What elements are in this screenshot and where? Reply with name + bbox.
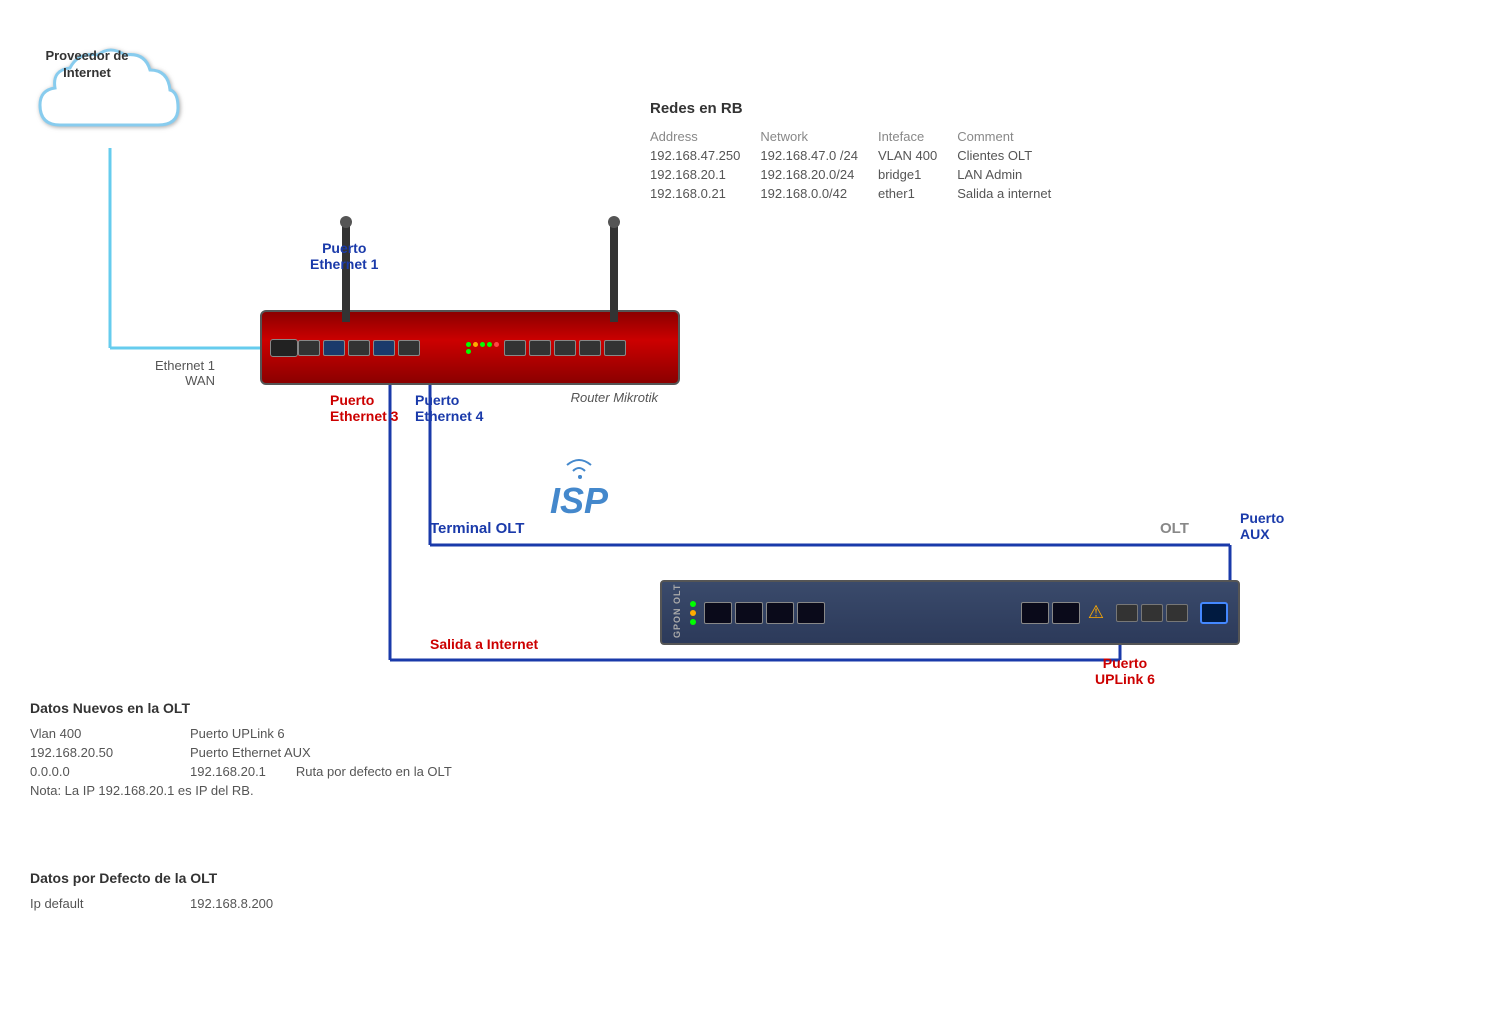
router-eth-port-10 bbox=[604, 340, 626, 356]
list-item: Nota: La IP 192.168.20.1 es IP del RB. bbox=[30, 783, 452, 798]
router-eth-port-9 bbox=[579, 340, 601, 356]
olt-sfp-4 bbox=[797, 602, 825, 624]
puerto-eth4-label: Puerto Ethernet 4 bbox=[415, 392, 483, 424]
redes-data-table: Address Network Inteface Comment 192.168… bbox=[650, 127, 1071, 203]
router-sfp-port bbox=[270, 339, 298, 357]
salida-internet-label: Salida a Internet bbox=[430, 636, 538, 652]
puerto-eth3-label: Puerto Ethernet 3 bbox=[330, 392, 398, 424]
olt-rj45-3 bbox=[1166, 604, 1188, 622]
dato-col3: Ruta por defecto en la OLT bbox=[296, 764, 452, 779]
router-eth-port-7 bbox=[529, 340, 551, 356]
table-cell: Salida a internet bbox=[957, 184, 1071, 203]
dato-col2: Nota: La IP 192.168.20.1 es IP del RB. bbox=[30, 783, 254, 798]
defecto-col1: Ip default bbox=[30, 896, 160, 911]
datos-nuevos-title: Datos Nuevos en la OLT bbox=[30, 700, 452, 716]
table-cell: VLAN 400 bbox=[878, 146, 957, 165]
diagram-container: Proveedor de Internet Ethernet 1 WAN bbox=[0, 0, 1500, 1031]
router-ports bbox=[298, 340, 464, 356]
list-item: Ip default 192.168.8.200 bbox=[30, 896, 273, 911]
olt-uplink-ports bbox=[1021, 602, 1080, 624]
col-network: Network bbox=[760, 127, 878, 146]
datos-defecto-section: Datos por Defecto de la OLT Ip default 19… bbox=[30, 870, 273, 915]
table-cell: 192.168.0.21 bbox=[650, 184, 760, 203]
puerto-uplink6-label: Puerto UPLink 6 bbox=[1095, 655, 1155, 687]
redes-table: Redes en RB Address Network Inteface Com… bbox=[650, 100, 1071, 203]
dato-col2: 192.168.20.1 bbox=[190, 764, 266, 779]
dato-col1: 192.168.20.50 bbox=[30, 745, 160, 760]
olt-warning-icon: ⚠ bbox=[1088, 602, 1104, 623]
defecto-col2: 192.168.8.200 bbox=[190, 896, 273, 911]
olt-led-3 bbox=[690, 619, 696, 625]
isp-label: ISP bbox=[550, 455, 608, 522]
table-cell: Clientes OLT bbox=[957, 146, 1071, 165]
router-ports-right bbox=[504, 340, 670, 356]
table-cell: 192.168.20.0/24 bbox=[760, 165, 878, 184]
olt-sfp-1 bbox=[704, 602, 732, 624]
router-eth-port-8 bbox=[554, 340, 576, 356]
olt-rj45-group bbox=[1116, 604, 1188, 622]
router-antenna-left bbox=[342, 222, 350, 322]
router-mikrotik: Router Mikrotik bbox=[260, 310, 680, 385]
router-leds bbox=[464, 340, 504, 356]
olt-device-label: OLT bbox=[1160, 520, 1189, 537]
list-item: Vlan 400 Puerto UPLink 6 bbox=[30, 726, 452, 741]
dato-col1: 0.0.0.0 bbox=[30, 764, 160, 779]
table-row: 192.168.47.250192.168.47.0 /24VLAN 400Cl… bbox=[650, 146, 1071, 165]
ethernet-wan-label: Ethernet 1 WAN bbox=[155, 358, 215, 388]
router-led-1 bbox=[466, 342, 471, 347]
cloud-label: Proveedor de Internet bbox=[42, 48, 132, 82]
olt-uplink-2 bbox=[1052, 602, 1080, 624]
dato-col2: Puerto Ethernet AUX bbox=[190, 745, 311, 760]
puerto-eth1-label: Puerto Ethernet 1 bbox=[310, 240, 378, 272]
datos-nuevos-section: Datos Nuevos en la OLT Vlan 400 Puerto UP… bbox=[30, 700, 452, 802]
datos-defecto-title: Datos por Defecto de la OLT bbox=[30, 870, 273, 886]
olt-sfp-3 bbox=[766, 602, 794, 624]
dato-col1: Vlan 400 bbox=[30, 726, 160, 741]
router-led-4 bbox=[487, 342, 492, 347]
olt-sfp-ports bbox=[704, 602, 825, 624]
col-comment: Comment bbox=[957, 127, 1071, 146]
table-row: 192.168.20.1192.168.20.0/24bridge1LAN Ad… bbox=[650, 165, 1071, 184]
router-antenna-right bbox=[610, 222, 618, 322]
router-eth-port-6 bbox=[504, 340, 526, 356]
olt-rj45-2 bbox=[1141, 604, 1163, 622]
router-eth-port-2 bbox=[323, 340, 345, 356]
table-cell: 192.168.0.0/42 bbox=[760, 184, 878, 203]
router-led-5 bbox=[494, 342, 499, 347]
col-address: Address bbox=[650, 127, 760, 146]
olt-device: GPON OLT ⚠ bbox=[660, 580, 1240, 645]
redes-title: Redes en RB bbox=[650, 100, 1071, 117]
router-eth-port-4 bbox=[373, 340, 395, 356]
olt-uplink-1 bbox=[1021, 602, 1049, 624]
olt-device-name: GPON OLT bbox=[672, 588, 682, 638]
router-led-3 bbox=[480, 342, 485, 347]
table-cell: ether1 bbox=[878, 184, 957, 203]
table-row: 192.168.0.21192.168.0.0/42ether1Salida a… bbox=[650, 184, 1071, 203]
dato-col2: Puerto UPLink 6 bbox=[190, 726, 285, 741]
table-cell: LAN Admin bbox=[957, 165, 1071, 184]
table-cell: 192.168.47.250 bbox=[650, 146, 760, 165]
col-interface: Inteface bbox=[878, 127, 957, 146]
olt-sfp-2 bbox=[735, 602, 763, 624]
router-eth-port-3 bbox=[348, 340, 370, 356]
table-cell: 192.168.20.1 bbox=[650, 165, 760, 184]
router-label: Router Mikrotik bbox=[571, 390, 658, 405]
table-cell: 192.168.47.0 /24 bbox=[760, 146, 878, 165]
terminal-olt-label: Terminal OLT bbox=[430, 520, 524, 537]
olt-aux-port bbox=[1200, 602, 1228, 624]
olt-status-leds bbox=[690, 601, 696, 625]
olt-led-1 bbox=[690, 601, 696, 607]
router-led-6 bbox=[466, 349, 471, 354]
list-item: 192.168.20.50 Puerto Ethernet AUX bbox=[30, 745, 452, 760]
table-cell: bridge1 bbox=[878, 165, 957, 184]
router-led-2 bbox=[473, 342, 478, 347]
router-eth-port-1 bbox=[298, 340, 320, 356]
list-item: 0.0.0.0 192.168.20.1 Ruta por defecto en l… bbox=[30, 764, 452, 779]
olt-led-2 bbox=[690, 610, 696, 616]
olt-rj45-1 bbox=[1116, 604, 1138, 622]
router-eth-port-5 bbox=[398, 340, 420, 356]
puerto-aux-label: Puerto AUX bbox=[1240, 510, 1284, 542]
